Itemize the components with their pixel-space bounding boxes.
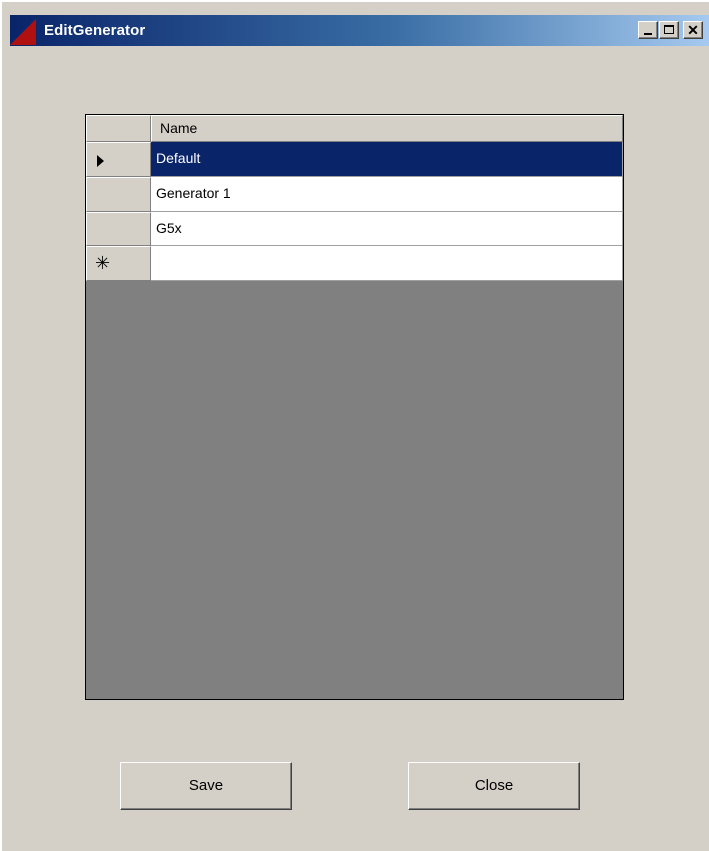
app-icon — [10, 19, 36, 45]
window-title: EditGenerator — [44, 22, 146, 39]
minimize-icon — [644, 33, 652, 35]
edit-generator-window: EditGenerator ✕ Name Default Generator 1… — [0, 0, 709, 851]
minimize-button[interactable] — [638, 21, 658, 39]
current-row-arrow-icon — [97, 155, 104, 167]
table-row[interactable]: Generator 1 — [151, 177, 623, 212]
save-button[interactable]: Save — [120, 762, 292, 810]
row-header[interactable]: ✳ — [86, 246, 151, 281]
maximize-icon — [664, 25, 674, 34]
row-header[interactable] — [86, 142, 151, 177]
table-row[interactable]: G5x — [151, 212, 623, 246]
column-header-name[interactable]: Name — [151, 115, 623, 142]
close-icon: ✕ — [687, 22, 699, 38]
corner-header-cell[interactable] — [86, 115, 151, 142]
close-button[interactable]: Close — [408, 762, 580, 810]
generator-grid[interactable]: Name Default Generator 1 G5x ✳ — [85, 114, 624, 700]
new-row-cell[interactable] — [151, 246, 623, 281]
row-header[interactable] — [86, 177, 151, 212]
close-window-button[interactable]: ✕ — [683, 21, 703, 39]
row-header[interactable] — [86, 212, 151, 246]
table-row[interactable]: Default — [151, 142, 623, 177]
maximize-button[interactable] — [659, 21, 679, 39]
new-row-asterisk-icon: ✳ — [95, 253, 111, 273]
